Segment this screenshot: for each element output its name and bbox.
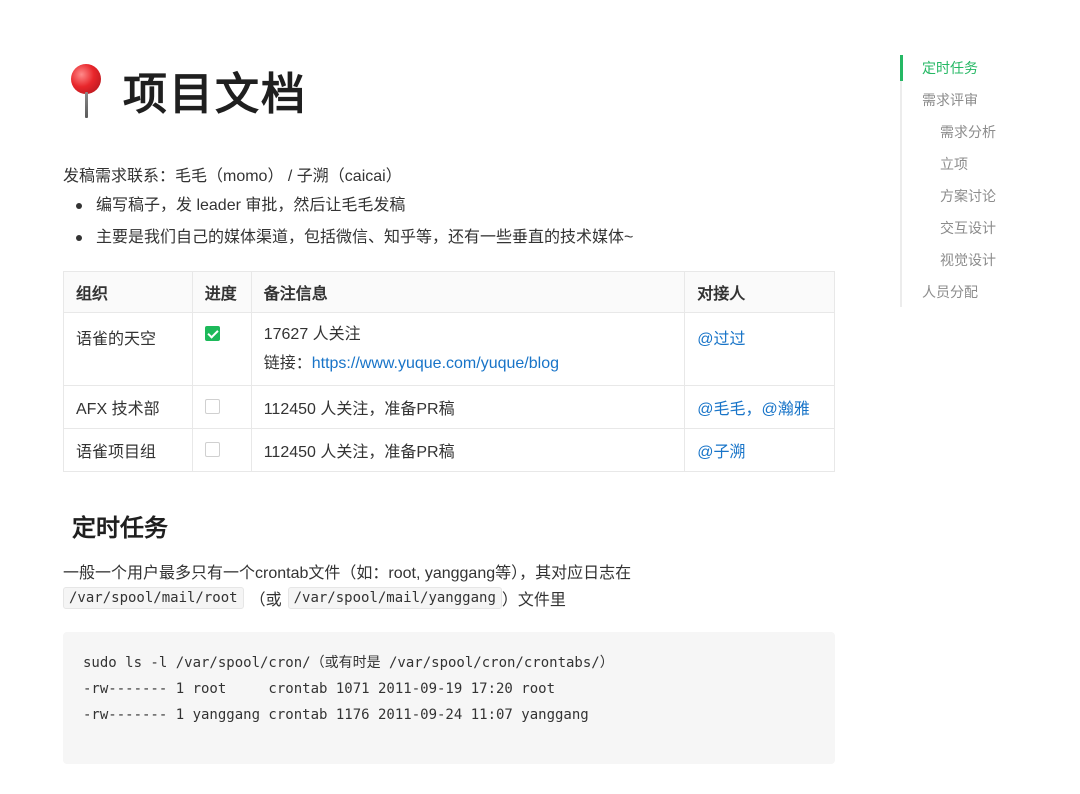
cell-org: AFX 技术部: [63, 385, 193, 429]
cell-contact: @子溯: [684, 428, 835, 472]
header-note: 备注信息: [250, 271, 686, 313]
cell-org: 语雀项目组: [63, 428, 193, 472]
page-title: 项目文档: [123, 70, 307, 119]
table-of-contents: 定时任务 需求评审 需求分析 立项 方案讨论 交互设计 视觉设计 人员分配: [900, 55, 1060, 307]
table-row: 语雀项目组 112450 人关注，准备PR稿 @子溯: [63, 428, 835, 472]
table-row: 语雀的天空 17627 人关注 链接：https://www.yuque.com…: [63, 312, 835, 386]
toc-item-interaction-design[interactable]: 交互设计: [902, 215, 1060, 247]
bullet-item: 编写稿子，发 leader 审批，然后让毛毛发稿: [63, 194, 633, 226]
blog-link[interactable]: https://www.yuque.com/yuque/blog: [312, 355, 559, 372]
inline-code-path: /var/spool/mail/yanggang: [287, 587, 502, 609]
code-line: -rw------- 1 yanggang crontab 1176 2011-…: [83, 707, 589, 723]
toc-item-requirement-analysis[interactable]: 需求分析: [902, 119, 1060, 151]
link-label: 链接：: [263, 355, 312, 372]
contact-mention[interactable]: @毛毛，@瀚雅: [697, 401, 810, 418]
toc-item-visual-design[interactable]: 视觉设计: [902, 247, 1060, 279]
cell-contact: @过过: [684, 312, 835, 386]
cell-org: 语雀的天空: [63, 312, 193, 386]
cell-progress: [191, 428, 252, 472]
header-org: 组织: [63, 271, 193, 313]
section-title: 定时任务: [72, 515, 168, 542]
toc-item-requirement-review[interactable]: 需求评审: [902, 87, 1060, 119]
table-row: AFX 技术部 112450 人关注，准备PR稿 @毛毛，@瀚雅: [63, 385, 835, 429]
code-line: sudo ls -l /var/spool/cron/（或有时是 /var/sp…: [83, 655, 614, 671]
progress-checkbox[interactable]: [204, 399, 220, 415]
inline-code-path: /var/spool/mail/root: [63, 587, 244, 609]
toc-item-scheduled-tasks[interactable]: 定时任务: [900, 55, 1060, 87]
toc-item-solution-discussion[interactable]: 方案讨论: [902, 183, 1060, 215]
code-block: sudo ls -l /var/spool/cron/（或有时是 /var/sp…: [63, 632, 835, 764]
cell-note: 112450 人关注，准备PR稿: [250, 385, 686, 429]
note-text: 17627 人关注: [263, 326, 361, 343]
cell-note: 17627 人关注 链接：https://www.yuque.com/yuque…: [250, 312, 686, 386]
cell-contact: @毛毛，@瀚雅: [684, 385, 835, 429]
cell-progress: [191, 385, 252, 429]
tail-text: ）文件里: [501, 592, 566, 609]
progress-checkbox[interactable]: [204, 326, 220, 342]
intro-bullets: 编写稿子，发 leader 审批，然后让毛毛发稿 主要是我们自己的媒体渠道，包括…: [63, 194, 633, 258]
header-contact: 对接人: [684, 271, 835, 313]
code-line: -rw------- 1 root crontab 1071 2011-09-1…: [83, 681, 556, 697]
contact-mention[interactable]: @子溯: [697, 444, 745, 461]
toc-item-project-setup[interactable]: 立项: [902, 151, 1060, 183]
cron-paragraph-paths: /var/spool/mail/root （或 /var/spool/mail/…: [63, 586, 566, 610]
pushpin-icon: [63, 60, 109, 120]
title-row: 项目文档: [63, 58, 307, 122]
header-progress: 进度: [191, 271, 252, 313]
progress-checkbox[interactable]: [204, 442, 220, 458]
contact-mention[interactable]: @过过: [697, 331, 745, 348]
cell-progress: [191, 312, 252, 386]
bullet-item: 主要是我们自己的媒体渠道，包括微信、知乎等，还有一些垂直的技术媒体~: [63, 226, 633, 258]
table-header-row: 组织 进度 备注信息 对接人: [63, 271, 835, 313]
cron-paragraph: 一般一个用户最多只有一个crontab文件（如：root, yanggang等）…: [63, 565, 632, 582]
toc-item-staffing[interactable]: 人员分配: [902, 279, 1060, 311]
contact-line: 发稿需求联系：毛毛（momo） / 子溯（caicai）: [63, 168, 402, 185]
org-table: 组织 进度 备注信息 对接人 语雀的天空 17627 人关注 链接：https:…: [63, 271, 835, 472]
or-text: （或: [249, 592, 282, 609]
note-link-line: 链接：https://www.yuque.com/yuque/blog: [264, 349, 673, 378]
cell-note: 112450 人关注，准备PR稿: [250, 428, 686, 472]
